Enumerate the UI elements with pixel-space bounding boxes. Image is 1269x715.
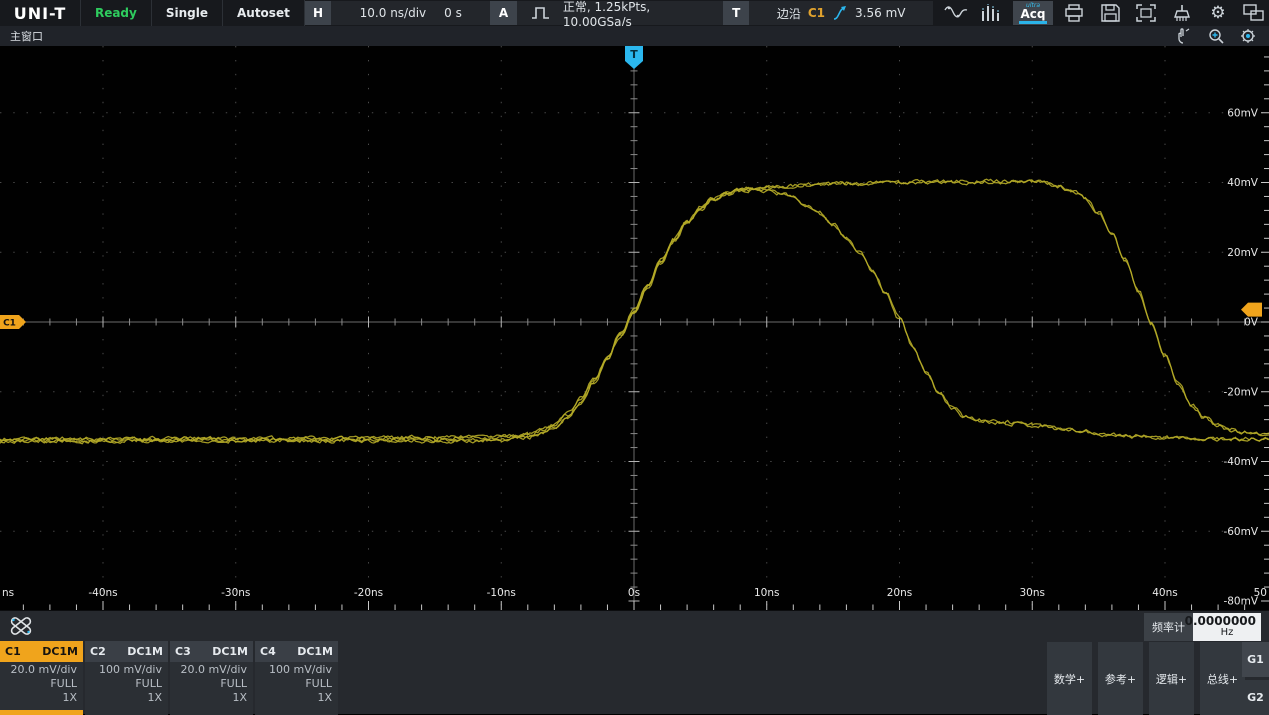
voltage-axis-label: 20mV: [1227, 247, 1259, 259]
time-axis-label: ns: [2, 587, 14, 599]
autoset-button[interactable]: Autoset: [223, 0, 305, 26]
channel-bandwidth: FULL: [170, 676, 253, 690]
save-icon[interactable]: [1095, 1, 1125, 25]
waveform-display[interactable]: ns -40ns -30ns -20ns -10ns 0s 10ns 20ns 30ns 40ns…: [0, 46, 1269, 610]
acquisition-info: 正常, 1.25kPts, 10.00GSa/s: [563, 0, 713, 29]
acquire-key[interactable]: A: [490, 1, 516, 25]
channel-header[interactable]: C4DC1M: [255, 641, 338, 662]
histogram-icon[interactable]: [977, 1, 1007, 25]
trigger-key[interactable]: T: [723, 1, 749, 25]
clear-icon[interactable]: [1167, 1, 1197, 25]
horizontal-key[interactable]: H: [305, 1, 331, 25]
time-axis-label: -20ns: [354, 587, 383, 599]
function-button-2[interactable]: 逻辑+: [1149, 642, 1194, 715]
rising-edge-icon: [832, 1, 848, 25]
group-buttons: G1G2: [1242, 642, 1269, 715]
voltage-axis-label: -20mV: [1223, 386, 1258, 398]
time-axis-label: -30ns: [221, 587, 250, 599]
channel-bandwidth: FULL: [0, 676, 83, 690]
time-axis-label: -40ns: [88, 587, 117, 599]
frequency-counter-value: 0.0000000 Hz: [1193, 613, 1261, 641]
channel-probe: 1X: [170, 690, 253, 704]
channel-scale: 100 mV/div: [85, 662, 168, 676]
svg-text:T: T: [630, 48, 638, 61]
printer-icon[interactable]: [1059, 1, 1089, 25]
channel-scale: 20.0 mV/div: [170, 662, 253, 676]
voltage-axis-label: -60mV: [1223, 526, 1258, 538]
voltage-axis-label: -80mV: [1223, 596, 1258, 608]
horizontal-panel[interactable]: 10.0 ns/div 0 s: [331, 1, 490, 25]
trigger-panel[interactable]: 边沿 C1 3.56 mV: [749, 1, 933, 25]
run-status[interactable]: Ready: [81, 0, 152, 26]
timebase-value: 10.0 ns/div: [360, 6, 427, 20]
time-axis-label: -10ns: [487, 587, 516, 599]
channel-active-strip: [0, 710, 83, 715]
pulse-icon: [527, 1, 555, 25]
acq-menu-button[interactable]: ultra Acq: [1013, 1, 1053, 25]
channel-card-c4[interactable]: C4DC1M100 mV/divFULL1X: [255, 641, 338, 715]
voltage-axis-label: 0V: [1244, 317, 1259, 329]
channel-probe: 1X: [255, 690, 338, 704]
channel-zero-marker[interactable]: C1: [0, 315, 26, 329]
channel-header[interactable]: C2DC1M: [85, 641, 168, 662]
toolbar-icons: ultra Acq ⚙: [941, 0, 1269, 26]
window-title: 主窗口: [0, 28, 43, 44]
function-button-0[interactable]: 数学+: [1047, 642, 1092, 715]
channel-card-c2[interactable]: C2DC1M100 mV/divFULL1X: [85, 641, 168, 715]
horizontal-position: 0 s: [444, 6, 462, 20]
time-axis-label: 10ns: [754, 587, 780, 599]
frequency-counter[interactable]: 频率计 0.0000000 Hz: [1144, 613, 1261, 641]
group-button-g1[interactable]: G1: [1242, 642, 1269, 677]
acquisition-panel[interactable]: 正常, 1.25kPts, 10.00GSa/s: [517, 1, 723, 25]
trigger-level-marker[interactable]: [1241, 303, 1262, 317]
acq-active-underline: [1019, 21, 1047, 24]
display-layout-icon[interactable]: [1239, 1, 1269, 25]
trigger-type: 边沿: [777, 5, 801, 22]
channel-scale: 100 mV/div: [255, 662, 338, 676]
channel-card-c3[interactable]: C3DC1M20.0 mV/divFULL1X: [170, 641, 253, 715]
screenshot-icon[interactable]: [1131, 1, 1161, 25]
voltage-axis-label: -40mV: [1223, 456, 1258, 468]
settings-gear-icon[interactable]: ⚙: [1203, 1, 1233, 25]
channel-active-strip: [255, 710, 338, 715]
bottom-bar: 频率计 0.0000000 Hz C1DC1M20.0 mV/divFULL1X…: [0, 610, 1269, 714]
svg-text:C1: C1: [3, 319, 16, 329]
channel-active-strip: [170, 710, 253, 715]
measure-waveform-icon[interactable]: [941, 1, 971, 25]
tools-cross-icon[interactable]: [6, 614, 36, 638]
channel-header[interactable]: C1DC1M: [0, 641, 83, 662]
voltage-axis-label: 40mV: [1227, 177, 1259, 189]
function-button-3[interactable]: 总线+: [1200, 642, 1245, 715]
channel-active-strip: [85, 710, 168, 715]
channel-bandwidth: FULL: [255, 676, 338, 690]
trigger-position-marker[interactable]: T: [625, 46, 643, 69]
channel-probe: 1X: [0, 690, 83, 704]
gear-icon[interactable]: [1237, 27, 1259, 45]
time-axis-label: 20ns: [887, 587, 913, 599]
window-tab-bar: 主窗口: [0, 26, 1269, 46]
trigger-source: C1: [808, 6, 825, 20]
touch-icon[interactable]: [1173, 27, 1195, 45]
function-buttons: 数学+参考+逻辑+总线+: [1047, 642, 1245, 715]
voltage-axis-label: 60mV: [1227, 107, 1259, 119]
channel-card-c1[interactable]: C1DC1M20.0 mV/divFULL1X: [0, 641, 83, 715]
channel-cards: C1DC1M20.0 mV/divFULL1XC2DC1M100 mV/divF…: [0, 641, 338, 715]
time-axis-label: 0s: [628, 587, 640, 599]
time-axis-label: 30ns: [1020, 587, 1046, 599]
channel-scale: 20.0 mV/div: [0, 662, 83, 676]
brand-logo: UNI-T: [0, 0, 81, 26]
channel-probe: 1X: [85, 690, 168, 704]
top-toolbar: UNI-T Ready Single Autoset H 10.0 ns/div…: [0, 0, 1269, 26]
channel-header[interactable]: C3DC1M: [170, 641, 253, 662]
single-button[interactable]: Single: [152, 0, 223, 26]
zoom-in-icon[interactable]: [1205, 27, 1227, 45]
function-button-1[interactable]: 参考+: [1098, 642, 1143, 715]
time-axis-label: 40ns: [1152, 587, 1178, 599]
group-button-g2[interactable]: G2: [1242, 680, 1269, 715]
trigger-level: 3.56 mV: [855, 6, 905, 20]
channel-bandwidth: FULL: [85, 676, 168, 690]
